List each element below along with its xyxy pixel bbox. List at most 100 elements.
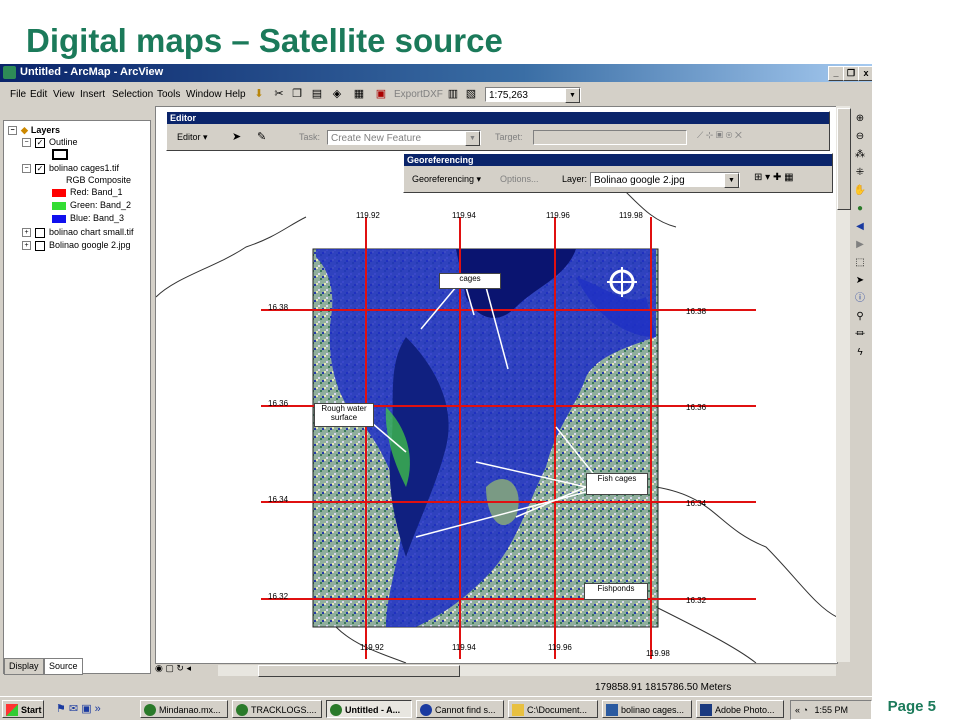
collapse-icon[interactable]: − [22,164,31,174]
start-button[interactable]: Start [2,700,44,718]
view-toggle: ◉ ▢ ↻ ◂ [155,663,217,677]
band-label: Green: Band_2 [70,200,132,210]
menu-insert[interactable]: Insert [80,89,105,100]
task-label: bolinao cages... [621,705,685,715]
chevron-down-icon[interactable]: ▼ [565,88,580,103]
collapse-icon[interactable]: − [22,138,31,148]
editor-menu-button[interactable]: Editor ▾ [177,132,208,143]
pointer-icon[interactable]: ➤ [232,130,241,143]
georeferencing-menu-button[interactable]: Georeferencing ▾ [412,174,481,185]
pan-icon[interactable]: ✋ [853,184,867,198]
cut-icon[interactable]: ✂ [272,87,286,101]
zoom-out-icon[interactable]: ⊖ [853,130,867,144]
task-combo[interactable]: Create New Feature ▼ [327,130,481,146]
chevron-down-icon[interactable]: ▼ [724,173,739,188]
tray-icon[interactable]: « [795,705,800,715]
georeferencing-title: Georeferencing [404,154,832,166]
paste-icon[interactable]: ▤ [310,87,324,101]
back-arrow-icon[interactable]: ◀ [853,220,867,234]
layer-checkbox[interactable]: ✓ [35,163,45,174]
hyperlink-icon[interactable]: ϟ [853,346,867,360]
layer-checkbox[interactable] [35,227,45,238]
georef-options-button[interactable]: Options... [500,174,539,184]
layer-label: bolinao chart small.tif [49,227,134,237]
lon-label-top: 119.96 [546,211,570,220]
select-features-icon[interactable]: ⬚ [853,256,867,270]
task-documents[interactable]: C:\Document... [508,700,598,718]
editor-title: Editor [167,112,829,124]
speaker-icon[interactable]: ◔ [803,705,808,715]
task-untitled-arcmap[interactable]: Untitled - A... [326,700,412,718]
tab-display[interactable]: Display [4,658,44,675]
expand-icon[interactable]: + [22,241,31,251]
layer-checkbox[interactable] [35,240,45,251]
window-titlebar: Untitled - ArcMap - ArcView _ ❐ x [0,64,872,82]
georef-layer-combo[interactable]: Bolinao google 2.jpg ▼ [590,172,740,188]
lat-label-right: 16.38 [686,307,707,316]
forward-arrow-icon[interactable]: ▶ [853,238,867,252]
close-button[interactable]: x [858,66,872,81]
copy-icon[interactable]: ❐ [290,87,304,101]
task-bolinao-cages[interactable]: bolinao cages... [602,700,692,718]
find-icon[interactable]: ⚲ [853,310,867,324]
layout-view-icon[interactable]: ▢ [165,663,174,673]
scroll-left-icon[interactable]: ◂ [186,663,191,673]
layer-tool-icon[interactable]: ◈ [330,87,344,101]
table-icon[interactable]: ▦ [352,87,366,101]
export-dxf-button[interactable]: ExportDXF [394,89,443,100]
menu-view[interactable]: View [53,89,75,100]
arcmap-screenshot: Untitled - ArcMap - ArcView _ ❐ x File E… [0,64,872,720]
map-view[interactable]: cages Rough water surface Fish cages Fis… [155,106,838,664]
menu-help[interactable]: Help [225,89,246,100]
quick-launch-icons[interactable]: ⚑ ✉ ▣ » [56,702,101,715]
task-adobe-photoshop[interactable]: Adobe Photo... [696,700,784,718]
toc-layer-bolinao-google[interactable]: + Bolinao google 2.jpg [22,240,131,251]
target-combo[interactable] [533,130,687,145]
tab-source[interactable]: Source [44,658,83,675]
fixed-zoom-in-icon[interactable]: ⁂ [853,148,867,162]
windows-taskbar: Start ⚑ ✉ ▣ » Mindanao.mx... TRACKLOGS..… [0,696,872,720]
refresh-icon[interactable]: ↻ [176,663,184,673]
map-vertical-scrollbar[interactable] [836,106,851,662]
task-mindanao[interactable]: Mindanao.mx... [140,700,228,718]
task-cannot-find[interactable]: Cannot find s... [416,700,504,718]
scroll-thumb[interactable] [837,108,851,210]
collapse-icon[interactable]: − [8,126,17,136]
measure-icon[interactable]: ⏛ [853,328,867,342]
layers-root[interactable]: − ◆ Layers [8,125,60,136]
scale-combo[interactable]: 1:75,263 ▼ [485,87,581,103]
edit-tools-icon[interactable]: ⟋ ⊹ ▣ ⊛ ✕ [697,130,742,141]
select-elements-icon[interactable]: ➤ [853,274,867,288]
pencil-icon[interactable]: ✎ [257,130,266,143]
menu-edit[interactable]: Edit [30,89,47,100]
arrow-down-icon[interactable]: ⬇ [252,87,266,101]
toc-layer-bolinao-chart[interactable]: + bolinao chart small.tif [22,227,134,238]
menu-file[interactable]: File [10,89,26,100]
fixed-zoom-out-icon[interactable]: ⁜ [853,166,867,180]
zoom-in-icon[interactable]: ⊕ [853,112,867,126]
tool-icon-b[interactable]: ▧ [464,87,478,101]
layer-checkbox[interactable]: ✓ [35,137,45,148]
export-icon[interactable]: ▣ [374,87,388,101]
data-view-icon[interactable]: ◉ [155,663,163,673]
toc-layer-bolinao-cages[interactable]: − ✓ bolinao cages1.tif [22,163,119,174]
menu-selection[interactable]: Selection [112,89,153,100]
minimize-button[interactable]: _ [828,66,844,81]
menu-window[interactable]: Window [186,89,222,100]
tool-icon-a[interactable]: ▥ [446,87,460,101]
map-horizontal-scrollbar[interactable] [218,665,836,677]
task-label: Untitled - A... [345,705,401,715]
windows-logo-icon [6,704,18,716]
scroll-thumb[interactable] [258,665,460,677]
task-tracklogs[interactable]: TRACKLOGS.... [232,700,322,718]
menu-tools[interactable]: Tools [157,89,180,100]
toc-layer-outline[interactable]: − ✓ Outline [22,137,78,148]
georef-tools-icon[interactable]: ⊞ ▾ ✚ ▦ [754,172,794,183]
identify-icon[interactable]: ⓘ [853,292,867,306]
maximize-button[interactable]: ❐ [843,66,859,81]
full-extent-icon[interactable]: ● [853,202,867,216]
band-label: Red: Band_1 [70,187,123,197]
layer-label: Bolinao google 2.jpg [49,240,131,250]
expand-icon[interactable]: + [22,228,31,238]
chevron-down-icon[interactable]: ▼ [465,131,480,146]
